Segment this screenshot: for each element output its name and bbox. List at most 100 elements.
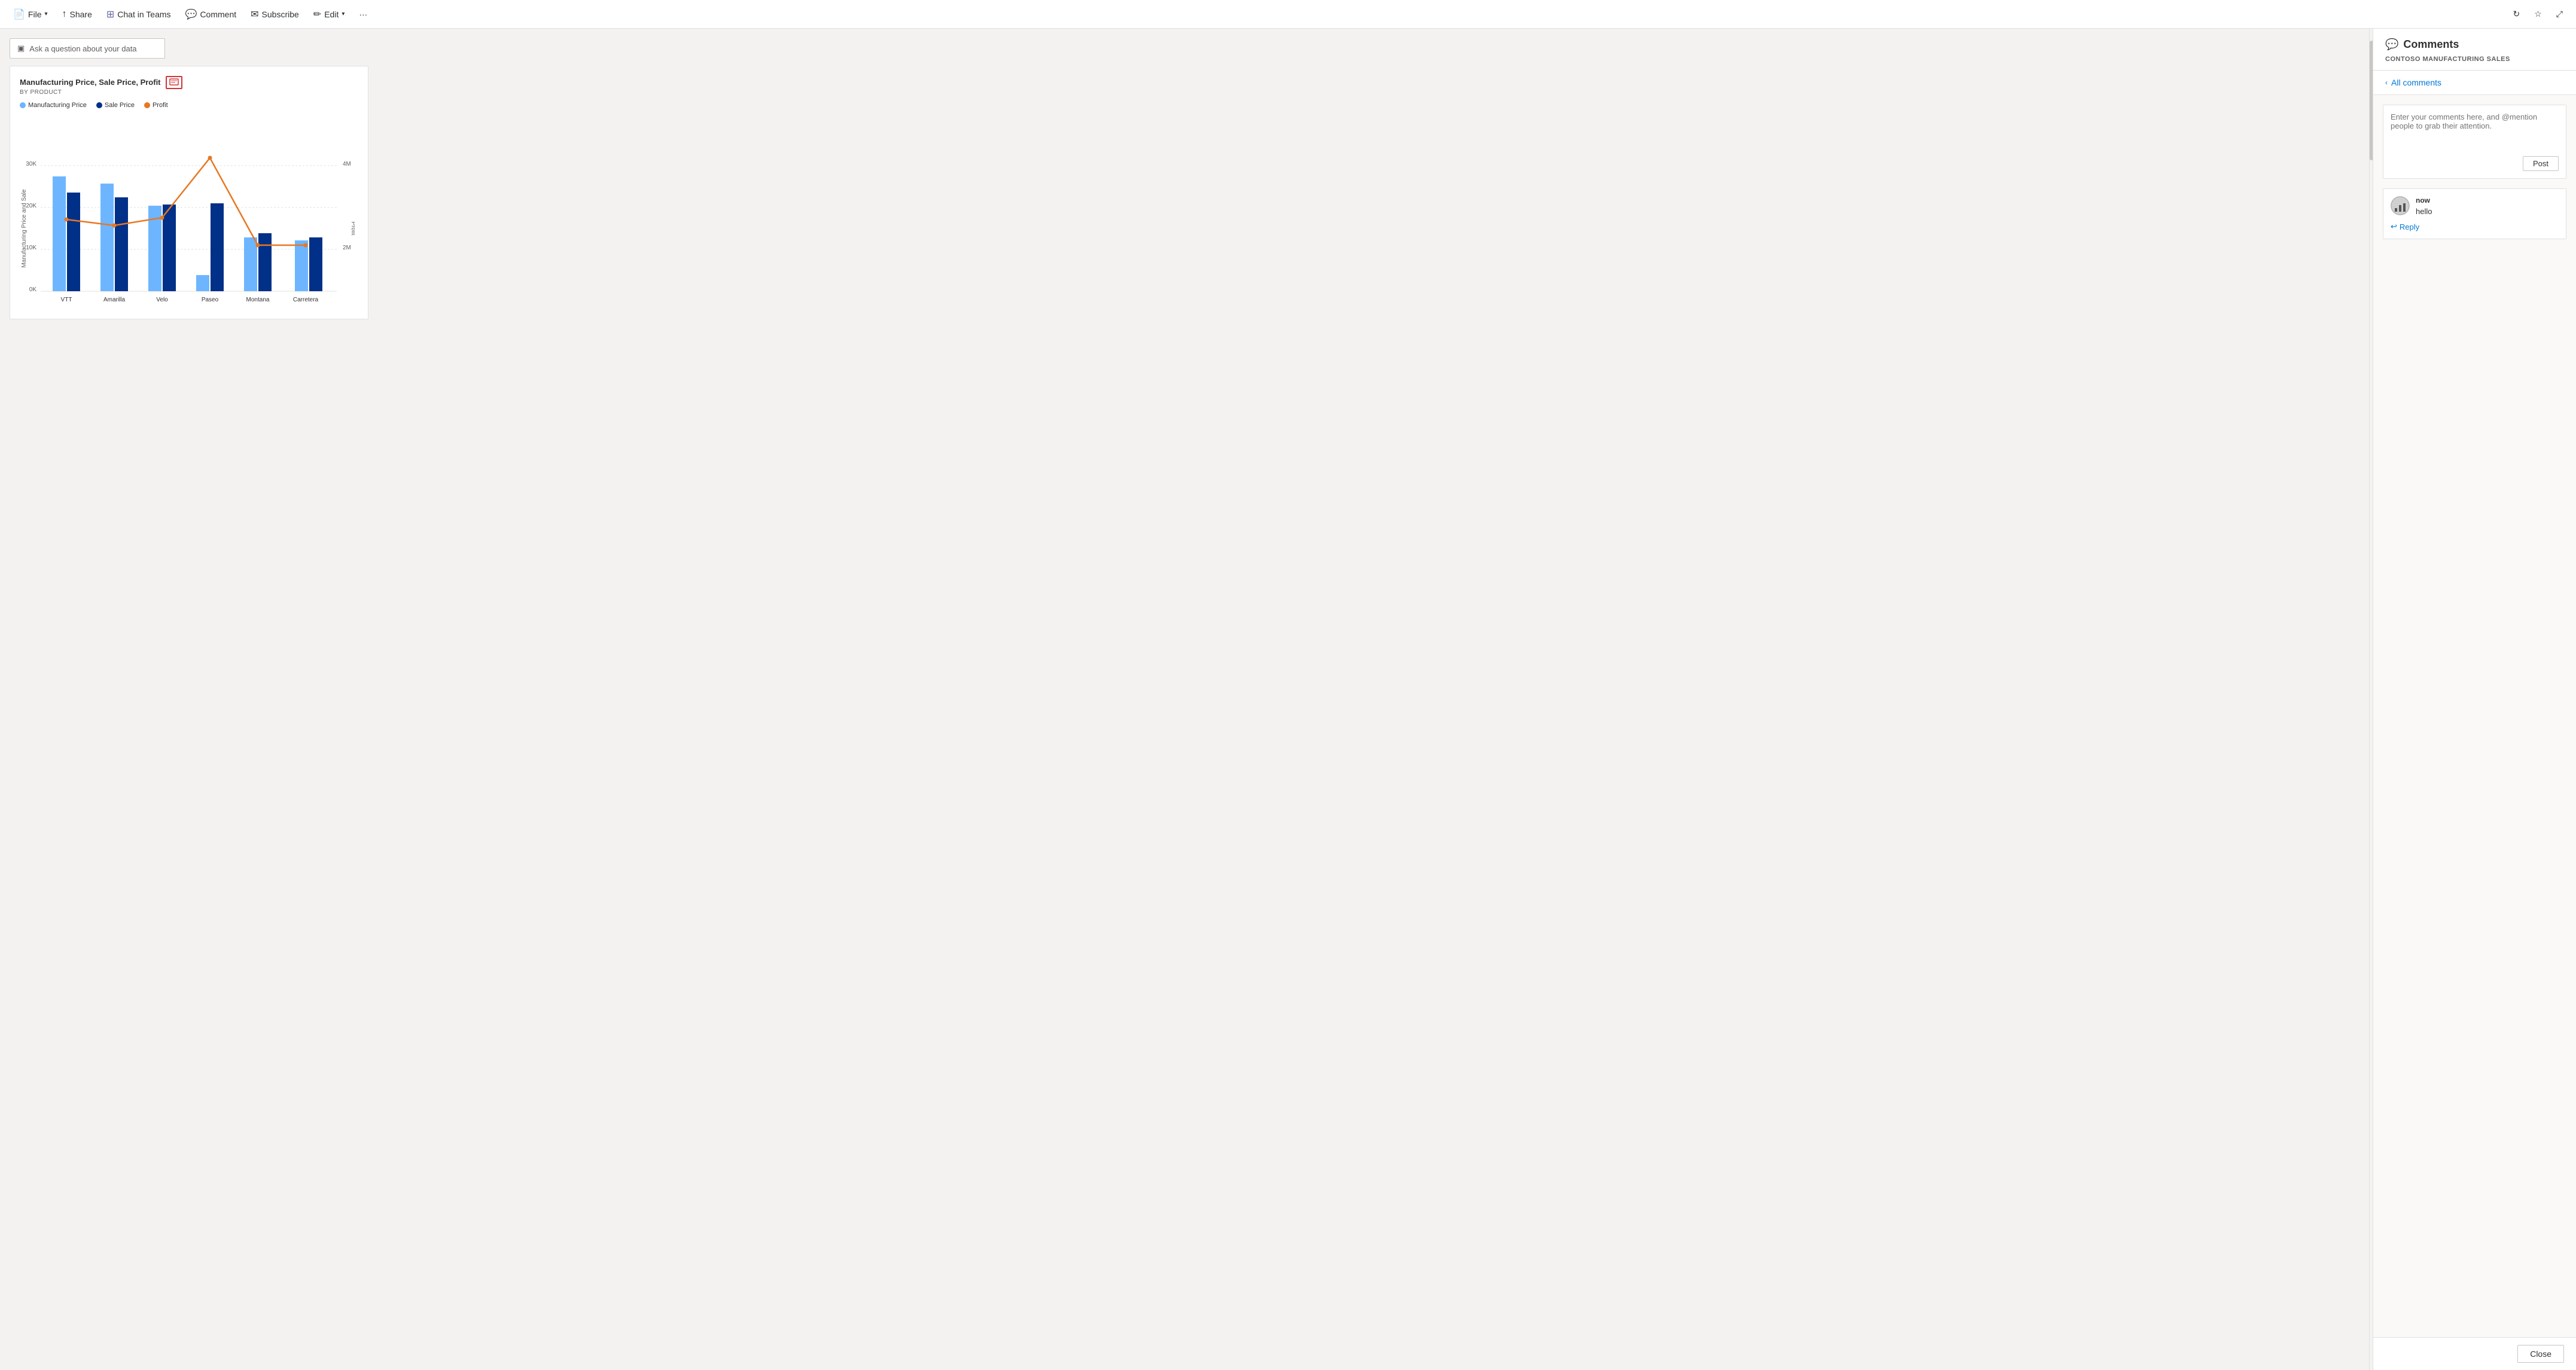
profit-dot-vtt [65, 218, 69, 222]
file-chevron-icon: ▾ [44, 11, 47, 17]
qa-placeholder: Ask a question about your data [29, 44, 136, 53]
all-comments-label: All comments [2391, 78, 2441, 87]
svg-text:Montana: Montana [246, 297, 270, 303]
comment-user-row: now hello [2391, 196, 2559, 216]
chart-legend: Manufacturing Price Sale Price Profit [20, 102, 358, 109]
comments-header: 💬 Comments CONTOSO MANUFACTURING SALES [2373, 29, 2576, 71]
svg-text:Carretera: Carretera [293, 297, 319, 303]
chart-subtitle: BY PRODUCT [20, 89, 358, 96]
share-icon: ↑ [62, 9, 67, 20]
chevron-left-icon: ‹ [2385, 78, 2388, 87]
toolbar: 📄 File ▾ ↑ Share ⊞ Chat in Teams 💬 Comme… [0, 0, 2576, 29]
more-label: ··· [359, 10, 367, 19]
bar-carretera-mfg[interactable] [295, 240, 308, 291]
fullscreen-button[interactable]: ⤢ [2550, 6, 2569, 22]
bar-carretera-sale[interactable] [309, 237, 322, 291]
comment-username: now [2416, 196, 2559, 205]
chart-svg-wrapper: 0K 10K 20K 30K 2M 4M Manufacturing Price… [20, 115, 358, 309]
qa-icon: ▣ [17, 44, 25, 53]
qa-bar[interactable]: ▣ Ask a question about your data [10, 38, 165, 59]
legend-manufacturing: Manufacturing Price [20, 102, 87, 109]
comments-footer: Close [2373, 1337, 2576, 1370]
svg-text:0K: 0K [29, 286, 37, 293]
share-button[interactable]: ↑ Share [56, 6, 98, 23]
svg-text:Amarilla: Amarilla [103, 297, 126, 303]
bar-montana-mfg[interactable] [244, 237, 257, 291]
share-label: Share [70, 10, 92, 19]
edit-icon: ✏ [313, 8, 321, 20]
comment-input-box: Post [2383, 105, 2566, 179]
reply-button[interactable]: ↩ Reply [2391, 222, 2559, 231]
subscribe-label: Subscribe [262, 10, 299, 19]
reply-label: Reply [2400, 222, 2419, 231]
comment-entry: now hello ↩ Reply [2383, 188, 2566, 239]
comment-button[interactable]: 💬 Comment [179, 5, 243, 23]
bar-amarilla-sale[interactable] [115, 197, 128, 291]
main-area: ▣ Ask a question about your data Manufac… [0, 29, 2576, 1370]
bar-vtt-mfg[interactable] [53, 176, 66, 291]
legend-profit: Profit [144, 102, 168, 109]
more-button[interactable]: ··· [353, 7, 373, 22]
chat-teams-button[interactable]: ⊞ Chat in Teams [100, 5, 177, 23]
file-button[interactable]: 📄 File ▾ [7, 5, 54, 23]
profit-dot-carretera [304, 243, 308, 248]
comment-toolbar-icon: 💬 [185, 8, 197, 20]
subscribe-button[interactable]: ✉ Subscribe [245, 5, 305, 23]
file-icon: 📄 [13, 8, 25, 20]
legend-saleprice: Sale Price [96, 102, 135, 109]
edit-chevron-icon: ▾ [342, 11, 345, 17]
favorite-button[interactable]: ☆ [2528, 6, 2548, 22]
star-icon: ☆ [2534, 9, 2542, 19]
comments-title-text: Comments [2403, 38, 2459, 51]
comment-text: hello [2416, 207, 2559, 216]
profit-dot-montana [256, 243, 260, 248]
legend-dot-profit [144, 102, 150, 108]
bar-velo-sale[interactable] [163, 205, 176, 291]
legend-dot-manufacturing [20, 102, 26, 108]
report-canvas: ▣ Ask a question about your data Manufac… [0, 29, 2369, 1370]
comments-body: Post [2373, 95, 2576, 1337]
teams-icon: ⊞ [106, 8, 114, 20]
refresh-icon: ↻ [2513, 9, 2520, 19]
svg-text:4M: 4M [343, 161, 351, 167]
legend-label-saleprice: Sale Price [105, 102, 135, 109]
comment-input-field[interactable] [2391, 112, 2559, 148]
comment-content: now hello [2416, 196, 2559, 216]
subscribe-icon: ✉ [251, 8, 258, 20]
svg-text:Paseo: Paseo [202, 297, 219, 303]
legend-label-profit: Profit [153, 102, 168, 109]
comment-label: Comment [200, 10, 236, 19]
chart-comment-icon[interactable] [166, 76, 182, 89]
profit-dot-paseo [208, 156, 212, 160]
reply-icon: ↩ [2391, 222, 2397, 231]
svg-text:30K: 30K [26, 161, 36, 167]
refresh-button[interactable]: ↻ [2507, 6, 2526, 22]
chart-svg: 0K 10K 20K 30K 2M 4M Manufacturing Price… [20, 115, 355, 306]
close-button[interactable]: Close [2517, 1345, 2564, 1363]
toolbar-right: ↻ ☆ ⤢ [2507, 6, 2569, 22]
svg-text:2M: 2M [343, 245, 351, 251]
file-label: File [28, 10, 42, 19]
comments-title-icon: 💬 [2385, 38, 2398, 51]
bar-paseo-mfg[interactable] [196, 275, 209, 291]
fullscreen-icon: ⤢ [2556, 9, 2563, 19]
chat-teams-label: Chat in Teams [117, 10, 170, 19]
edit-button[interactable]: ✏ Edit ▾ [307, 5, 351, 23]
svg-text:Profit: Profit [350, 221, 355, 236]
post-button[interactable]: Post [2523, 156, 2559, 171]
legend-label-manufacturing: Manufacturing Price [28, 102, 87, 109]
comment-bubble-icon [169, 78, 179, 87]
comments-nav-back[interactable]: ‹ All comments [2373, 71, 2576, 95]
bar-paseo-sale[interactable] [211, 203, 224, 291]
bar-amarilla-mfg[interactable] [100, 184, 114, 291]
comments-report-name: CONTOSO MANUFACTURING SALES [2385, 56, 2564, 63]
profit-dot-amarilla [112, 224, 117, 228]
edit-label: Edit [324, 10, 339, 19]
svg-text:Manufacturing Price and Sale: Manufacturing Price and Sale [21, 189, 28, 268]
bar-montana-sale[interactable] [258, 233, 272, 291]
bar-vtt-sale[interactable] [67, 193, 80, 291]
chart-container: Manufacturing Price, Sale Price, Profit … [10, 66, 368, 319]
svg-text:VTT: VTT [61, 297, 72, 303]
comment-input-footer: Post [2391, 156, 2559, 171]
avatar-icon [2391, 196, 2410, 215]
